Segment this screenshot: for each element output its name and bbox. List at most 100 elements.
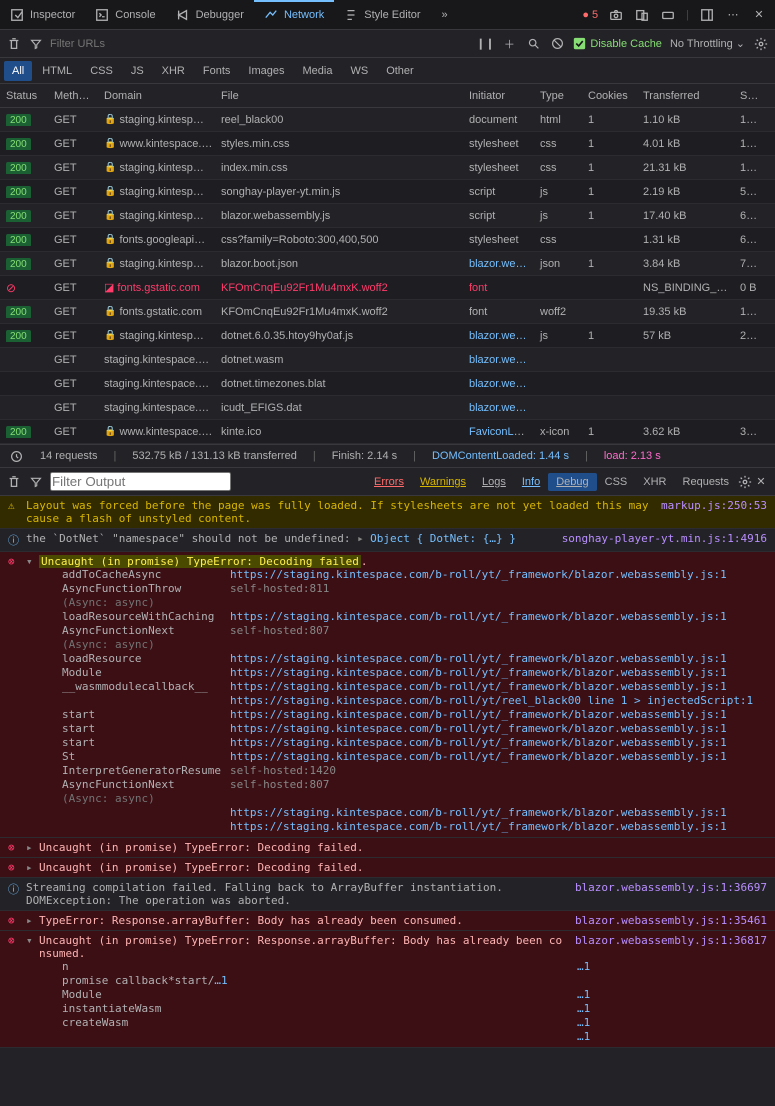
stack-frame[interactable]: InterpretGeneratorResumeself-hosted:1420 <box>62 764 767 778</box>
filter-warnings[interactable]: Warnings <box>412 473 474 491</box>
initiator-link[interactable]: blazor.we… <box>469 330 526 342</box>
stack-frame[interactable]: (Async: async) <box>62 638 767 652</box>
table-row[interactable]: 200GET🔒 staging.kintesp…blazor.webassemb… <box>0 204 775 228</box>
stack-frame[interactable]: Sthttps://staging.kintespace.com/b-roll/… <box>62 750 767 764</box>
stack-source-link[interactable]: …1 <box>214 974 227 987</box>
initiator-link[interactable]: FaviconLo… <box>469 426 531 438</box>
tab-network[interactable]: Network <box>254 0 334 29</box>
table-row[interactable]: ⊘GET◪ fonts.gstatic.comKFOmCnqEu92Fr1Mu4… <box>0 276 775 300</box>
expand-toggle[interactable]: ▸ <box>26 861 36 874</box>
stack-source-link[interactable]: self-hosted:807 <box>230 778 329 792</box>
stack-source-link[interactable]: self-hosted:811 <box>230 582 329 596</box>
expand-toggle[interactable]: ▸ <box>357 532 367 545</box>
filter-tab-other[interactable]: Other <box>378 61 422 81</box>
initiator-link[interactable]: blazor.we… <box>469 354 526 366</box>
console-line[interactable]: ⚠ Layout was forced before the page was … <box>0 496 775 529</box>
col-method[interactable]: Meth… <box>48 90 98 102</box>
console-line[interactable]: ⊗ ▾ Uncaught (in promise) TypeError: Dec… <box>0 552 775 838</box>
col-initiator[interactable]: Initiator <box>463 90 534 102</box>
perf-icon[interactable] <box>8 448 24 464</box>
filter-tab-images[interactable]: Images <box>240 61 292 81</box>
filter-xhr[interactable]: XHR <box>635 473 674 491</box>
camera-icon[interactable] <box>608 7 624 23</box>
stack-frame[interactable]: Modulehttps://staging.kintespace.com/b-r… <box>62 666 767 680</box>
gear-icon[interactable] <box>753 36 769 52</box>
stack-source-link[interactable]: https://staging.kintespace.com/b-roll/yt… <box>230 694 753 708</box>
console-line[interactable]: ⊗ ▸ Uncaught (in promise) TypeError: Dec… <box>0 858 775 878</box>
disable-cache-checkbox[interactable]: Disable Cache <box>573 37 662 50</box>
pause-icon[interactable]: ❙❙ <box>477 36 493 52</box>
stack-source-link[interactable]: …1 <box>577 960 590 974</box>
stack-source-link[interactable]: https://staging.kintespace.com/b-roll/yt… <box>230 750 727 764</box>
stack-source-link[interactable]: https://staging.kintespace.com/b-roll/yt… <box>230 736 727 750</box>
search-icon[interactable] <box>525 36 541 52</box>
filter-tab-ws[interactable]: WS <box>342 61 376 81</box>
block-icon[interactable] <box>549 36 565 52</box>
stack-frame[interactable]: starthttps://staging.kintespace.com/b-ro… <box>62 736 767 750</box>
stack-frame[interactable]: __wasmmodulecallback__https://staging.ki… <box>62 680 767 694</box>
more-icon[interactable]: ⋯ <box>725 7 741 23</box>
table-row[interactable]: GET staging.kintespace.…dotnet.wasmblazo… <box>0 348 775 372</box>
col-type[interactable]: Type <box>534 90 582 102</box>
stack-frame[interactable]: n…1 <box>62 960 767 974</box>
table-row[interactable]: 200GET🔒 staging.kintesp…reel_black00docu… <box>0 108 775 132</box>
stack-source-link[interactable]: https://staging.kintespace.com/b-roll/yt… <box>230 610 727 624</box>
filter-tab-all[interactable]: All <box>4 61 32 81</box>
responsive-icon[interactable] <box>634 7 650 23</box>
stack-source-link[interactable]: …1 <box>577 1002 590 1016</box>
console-source-link[interactable]: blazor.webassembly.js:1:36817 <box>575 934 767 960</box>
tab-inspector[interactable]: Inspector <box>0 0 85 29</box>
tab-debugger[interactable]: Debugger <box>166 0 254 29</box>
stack-frame[interactable]: promise callback*start/…1 <box>62 974 767 988</box>
filter-requests[interactable]: Requests <box>675 473 737 491</box>
table-row[interactable]: 200GET🔒 fonts.googleapi…css?family=Robot… <box>0 228 775 252</box>
stack-frame[interactable]: starthttps://staging.kintespace.com/b-ro… <box>62 708 767 722</box>
col-size[interactable]: S… <box>734 90 764 102</box>
stack-frame[interactable]: AsyncFunctionThrowself-hosted:811 <box>62 582 767 596</box>
table-row[interactable]: 200GET🔒 www.kintespace.…styles.min.cssst… <box>0 132 775 156</box>
stack-source-link[interactable]: https://staging.kintespace.com/b-roll/yt… <box>230 652 727 666</box>
filter-logs[interactable]: Logs <box>474 473 514 491</box>
stack-source-link[interactable]: https://staging.kintespace.com/b-roll/yt… <box>230 722 727 736</box>
col-cookies[interactable]: Cookies <box>582 90 637 102</box>
stack-frame[interactable]: https://staging.kintespace.com/b-roll/yt… <box>62 806 767 820</box>
stack-frame[interactable]: …1 <box>62 1030 767 1044</box>
stack-source-link[interactable]: https://staging.kintespace.com/b-roll/yt… <box>230 568 727 582</box>
stack-frame[interactable]: instantiateWasm…1 <box>62 1002 767 1016</box>
stack-frame[interactable]: addToCacheAsynchttps://staging.kintespac… <box>62 568 767 582</box>
stack-frame[interactable]: AsyncFunctionNextself-hosted:807 <box>62 778 767 792</box>
console-source-link[interactable]: blazor.webassembly.js:1:36697 <box>575 881 767 907</box>
expand-toggle[interactable]: ▸ <box>26 841 36 854</box>
stack-source-link[interactable]: …1 <box>577 1016 590 1030</box>
table-row[interactable]: 200GET🔒 www.kintespace.…kinte.icoFavicon… <box>0 420 775 444</box>
stack-frame[interactable]: loadResourcehttps://staging.kintespace.c… <box>62 652 767 666</box>
col-status[interactable]: Status <box>0 90 48 102</box>
stack-frame[interactable]: AsyncFunctionNextself-hosted:807 <box>62 624 767 638</box>
stack-source-link[interactable]: …1 <box>577 1030 590 1044</box>
stack-source-link[interactable]: self-hosted:807 <box>230 624 329 638</box>
col-file[interactable]: File <box>215 90 463 102</box>
console-trash-icon[interactable] <box>6 474 22 490</box>
table-row[interactable]: 200GET🔒 staging.kintesp…dotnet.6.0.35.ht… <box>0 324 775 348</box>
stack-frame[interactable]: loadResourceWithCachinghttps://staging.k… <box>62 610 767 624</box>
filter-tab-js[interactable]: JS <box>123 61 152 81</box>
tab-style-editor[interactable]: Style Editor <box>334 0 430 29</box>
col-domain[interactable]: Domain <box>98 90 215 102</box>
filter-tab-xhr[interactable]: XHR <box>154 61 193 81</box>
filter-tab-media[interactable]: Media <box>294 61 340 81</box>
table-row[interactable]: 200GET🔒 staging.kintesp…index.min.csssty… <box>0 156 775 180</box>
stack-frame[interactable]: https://staging.kintespace.com/b-roll/yt… <box>62 820 767 834</box>
stack-source-link[interactable]: self-hosted:1420 <box>230 764 336 778</box>
add-icon[interactable]: ＋ <box>501 36 517 52</box>
keyboard-icon[interactable] <box>660 7 676 23</box>
console-source-link[interactable]: markup.js:250:53 <box>661 499 767 525</box>
console-line[interactable]: ⓘ Streaming compilation failed. Falling … <box>0 878 775 911</box>
col-transferred[interactable]: Transferred <box>637 90 734 102</box>
console-gear-icon[interactable] <box>737 474 753 490</box>
filter-debug[interactable]: Debug <box>548 473 596 491</box>
stack-source-link[interactable]: https://staging.kintespace.com/b-roll/yt… <box>230 806 727 820</box>
dock-icon[interactable] <box>699 7 715 23</box>
collapse-toggle[interactable]: ▾ <box>26 934 36 960</box>
stack-frame[interactable]: https://staging.kintespace.com/b-roll/yt… <box>62 694 767 708</box>
error-count-badge[interactable]: ● 5 <box>582 9 598 21</box>
